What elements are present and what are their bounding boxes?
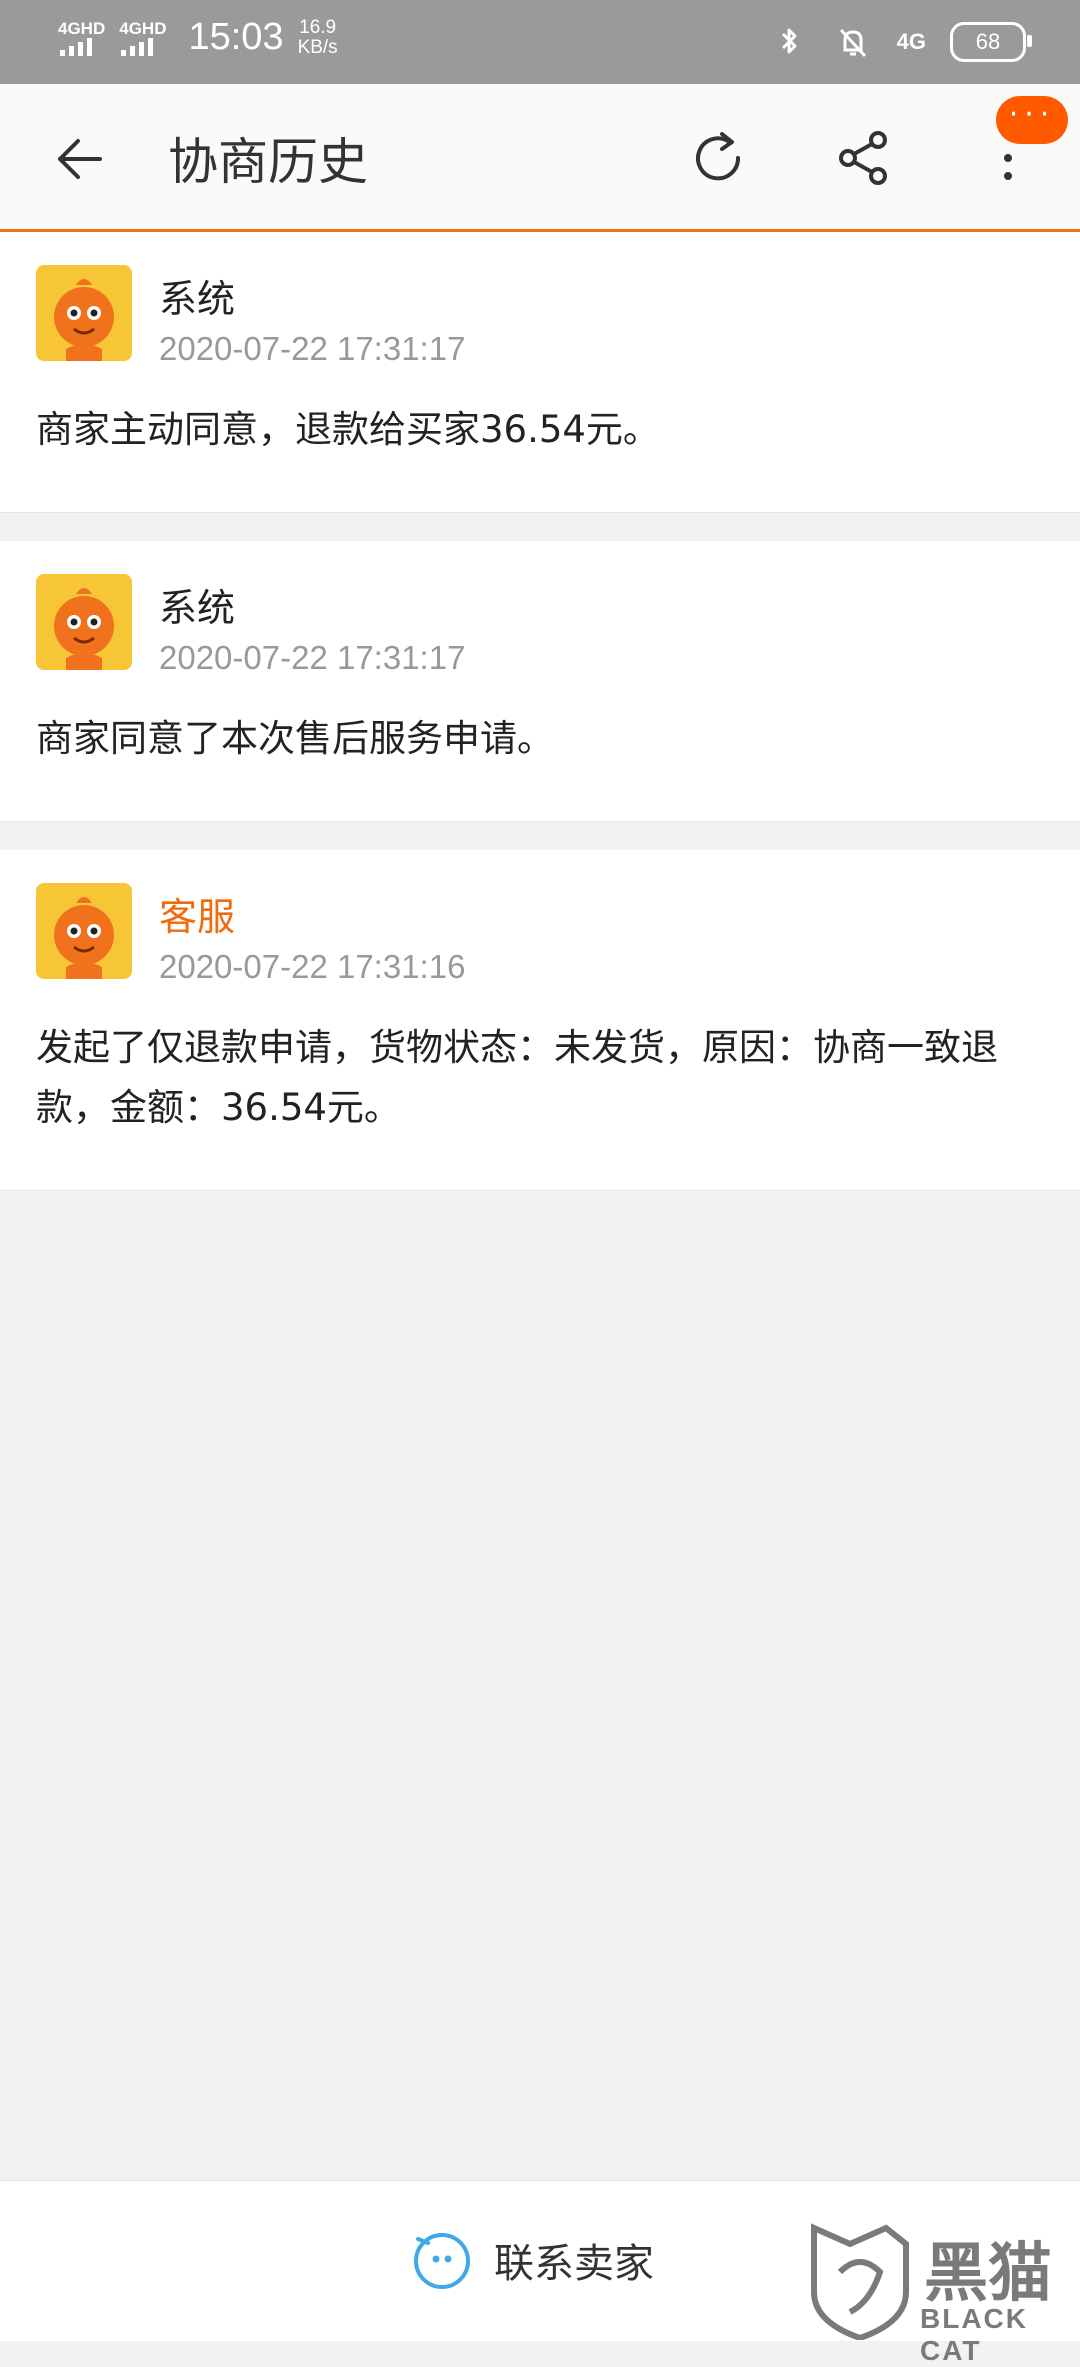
watermark-text: 黑猫	[924, 2237, 1052, 2311]
refresh-icon[interactable]	[680, 120, 756, 196]
history-record: 系统 2020-07-22 17:31:17 商家主动同意，退款给买家36.54…	[0, 232, 1080, 513]
sender-name: 系统	[159, 586, 236, 630]
signal-2: 4GHD	[119, 19, 166, 56]
network-speed: 16.9 KB/s	[297, 16, 338, 58]
record-time: 2020-07-22 17:31:17	[159, 330, 466, 367]
sender-name: 客服	[159, 895, 236, 939]
clock: 15:03	[188, 16, 284, 58]
record-message: 商家同意了本次售后服务申请。	[36, 717, 554, 760]
signal-bars-icon	[121, 37, 154, 56]
message-badge[interactable]: ···	[996, 96, 1068, 144]
avatar	[36, 265, 132, 361]
app-bar: 协商历史 ···	[0, 84, 1080, 232]
history-record: 客服 2020-07-22 17:31:16 发起了仅退款申请，货物状态：未发货…	[0, 850, 1080, 1191]
mute-bell-icon	[839, 28, 866, 58]
record-message: 商家主动同意，退款给买家36.54元。	[36, 408, 660, 451]
signal-1: 4GHD	[58, 19, 105, 56]
network-type: 4G	[896, 29, 926, 54]
sender-name: 系统	[159, 277, 236, 321]
negotiation-history-list: 系统 2020-07-22 17:31:17 商家主动同意，退款给买家36.54…	[0, 232, 1080, 1219]
record-message: 发起了仅退款申请，货物状态：未发货，原因：协商一致退款，金额：36.54元。	[36, 1026, 998, 1129]
contact-seller-button[interactable]: 联系卖家	[410, 2229, 654, 2291]
page-title: 协商历史	[168, 133, 368, 191]
battery-icon: 68	[950, 22, 1032, 62]
avatar	[36, 574, 132, 670]
chat-bubble-icon	[414, 2233, 470, 2289]
contact-seller-label: 联系卖家	[494, 2241, 654, 2287]
share-icon[interactable]	[826, 120, 902, 196]
watermark-subtext: BLACK CAT	[920, 2303, 1028, 2366]
signal-bars-icon	[60, 37, 92, 56]
avatar	[36, 883, 132, 979]
back-arrow-icon[interactable]	[46, 124, 116, 194]
record-time: 2020-07-22 17:31:16	[159, 948, 466, 985]
record-time: 2020-07-22 17:31:17	[159, 639, 466, 676]
status-bar: 4GHD 4GHD 15:03 16.9 KB/s 4G 68	[0, 0, 1080, 84]
history-record: 系统 2020-07-22 17:31:17 商家同意了本次售后服务申请。	[0, 541, 1080, 822]
bluetooth-icon	[781, 28, 797, 54]
